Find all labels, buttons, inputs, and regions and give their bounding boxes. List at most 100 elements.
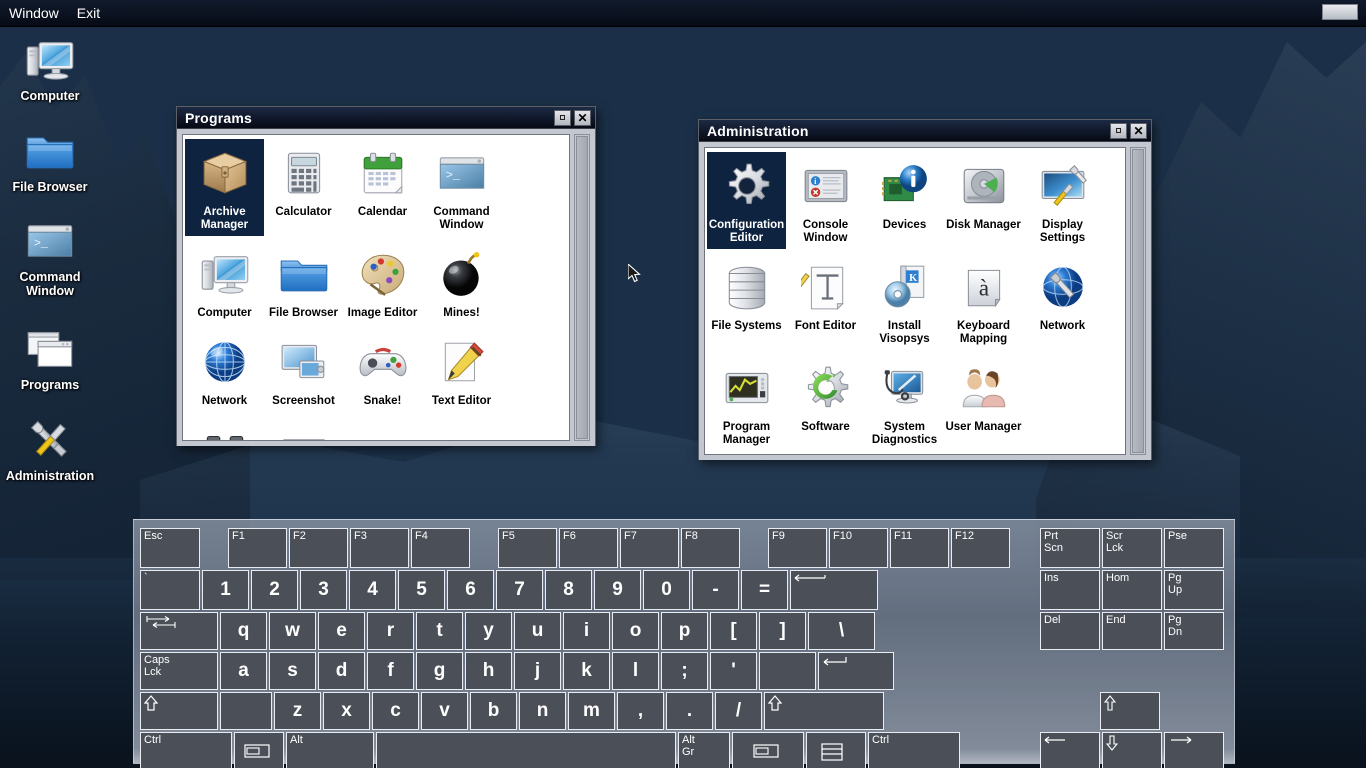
desktop-icon-computer[interactable]: Computer [0,24,100,103]
key-r[interactable]: r [367,612,414,650]
app-icon-snake-[interactable]: Snake! [343,328,422,412]
desktop-icon-file-browser[interactable]: File Browser [0,115,100,194]
key-prt-scn[interactable]: Prt Scn [1040,528,1100,568]
app-icon-view[interactable]: View [185,416,264,440]
app-icon-configuration-editor[interactable]: Configuration Editor [707,152,786,249]
app-icon-program-manager[interactable]: Program Manager [707,354,786,451]
key-ctrl-0[interactable]: Ctrl [140,732,232,768]
key-f2[interactable]: F2 [289,528,348,568]
key-h[interactable]: h [465,652,512,690]
desktop-icon-administration[interactable]: Administration [0,404,100,483]
key-8[interactable]: 8 [545,570,592,610]
key-9[interactable]: 9 [594,570,641,610]
key-ctrl-7[interactable]: Ctrl [868,732,960,768]
scrollbar-administration[interactable] [1130,147,1146,455]
key-t[interactable]: t [416,612,463,650]
app-icon-install-visopsys[interactable]: K Install Visopsys [865,253,944,350]
key-f10[interactable]: F10 [829,528,888,568]
app-icon-display-settings[interactable]: Display Settings [1023,152,1102,249]
menu-item-window[interactable]: Window [0,3,68,23]
key-j[interactable]: j [514,652,561,690]
key-0[interactable]: 0 [643,570,690,610]
key-arrow-right[interactable] [1164,732,1224,768]
app-icon-disk-manager[interactable]: Disk Manager [944,152,1023,249]
key-2[interactable]: 2 [251,570,298,610]
key-i[interactable]: i [563,612,610,650]
app-icon-mines-[interactable]: Mines! [422,240,501,324]
key-x[interactable]: x [323,692,370,730]
app-icon-system-diagnostics[interactable]: System Diagnostics [865,354,944,451]
key-scr-lck[interactable]: Scr Lck [1102,528,1162,568]
key-g[interactable]: g [416,652,463,690]
desktop-icon-command-window[interactable]: >_ Command Window [0,205,100,298]
key-blank[interactable]: \ [808,612,875,650]
key-alt-2[interactable]: Alt [286,732,374,768]
key-y[interactable]: y [465,612,512,650]
restore-button-programs[interactable] [554,109,571,126]
key-m[interactable]: m [568,692,615,730]
menu-item-exit[interactable]: Exit [68,3,109,23]
scrollbar-programs[interactable] [574,134,590,441]
key-n[interactable]: n [519,692,566,730]
key-blank[interactable]: ' [710,652,757,690]
app-icon-keyboard-mapping[interactable]: à Keyboard Mapping [944,253,1023,350]
key-f9[interactable]: F9 [768,528,827,568]
key-d[interactable]: d [318,652,365,690]
key-f8[interactable]: F8 [681,528,740,568]
key-4[interactable]: 4 [349,570,396,610]
key-o[interactable]: o [612,612,659,650]
key-f11[interactable]: F11 [890,528,949,568]
key-space[interactable] [376,732,676,768]
key-5[interactable]: 5 [398,570,445,610]
key-backspace[interactable] [790,570,878,610]
key-l[interactable]: l [612,652,659,690]
key-c[interactable]: c [372,692,419,730]
key-q[interactable]: q [220,612,267,650]
key-blank[interactable]: , [617,692,664,730]
app-icon-network[interactable]: Network [1023,253,1102,350]
app-icon-console-window[interactable]: i Console Window [786,152,865,249]
app-icon-screenshot[interactable]: Screenshot [264,328,343,412]
key-caps-lock[interactable]: Caps Lck [140,652,218,690]
key-meta-left[interactable] [234,732,284,768]
key-esc[interactable]: Esc [140,528,200,568]
key-blank[interactable]: / [715,692,762,730]
scrollbar-thumb-administration[interactable] [1132,149,1144,453]
key-arrow-down[interactable] [1102,732,1162,768]
titlebar-programs[interactable]: Programs ✕ [177,107,595,129]
app-icon-image-editor[interactable]: Image Editor [343,240,422,324]
key-7[interactable]: 7 [496,570,543,610]
window-administration[interactable]: Administration ✕ Configuration Editor i … [698,119,1152,460]
key-meta-right[interactable] [732,732,804,768]
restore-button-administration[interactable] [1110,122,1127,139]
app-icon-network[interactable]: Network [185,328,264,412]
key-blank[interactable]: = [741,570,788,610]
key-f5[interactable]: F5 [498,528,557,568]
app-icon-computer[interactable]: Computer [185,240,264,324]
app-icon-file-systems[interactable]: File Systems [707,253,786,350]
key-blank[interactable]: - [692,570,739,610]
key-tab[interactable] [140,612,218,650]
key-f12[interactable]: F12 [951,528,1010,568]
key-blank[interactable] [220,692,272,730]
key-f6[interactable]: F6 [559,528,618,568]
app-icon-text-editor[interactable]: Text Editor [422,328,501,412]
key-w[interactable]: w [269,612,316,650]
key-end[interactable]: End [1102,612,1162,650]
key-del[interactable]: Del [1040,612,1100,650]
app-icon-software[interactable]: Software [786,354,865,451]
key-u[interactable]: u [514,612,561,650]
titlebar-administration[interactable]: Administration ✕ [699,120,1151,142]
app-icon-font-editor[interactable]: Font Editor [786,253,865,350]
key-6[interactable]: 6 [447,570,494,610]
key-blank[interactable]: [ [710,612,757,650]
desktop-icon-programs[interactable]: Programs [0,313,100,392]
key-ins[interactable]: Ins [1040,570,1100,610]
key-a[interactable]: a [220,652,267,690]
key-pse[interactable]: Pse [1164,528,1224,568]
key-p[interactable]: p [661,612,708,650]
key-pg-up[interactable]: Pg Up [1164,570,1224,610]
key-menu-key[interactable] [806,732,866,768]
key-f4[interactable]: F4 [411,528,470,568]
window-programs[interactable]: Programs ✕ Archive Manager Calculator Ca… [176,106,596,446]
